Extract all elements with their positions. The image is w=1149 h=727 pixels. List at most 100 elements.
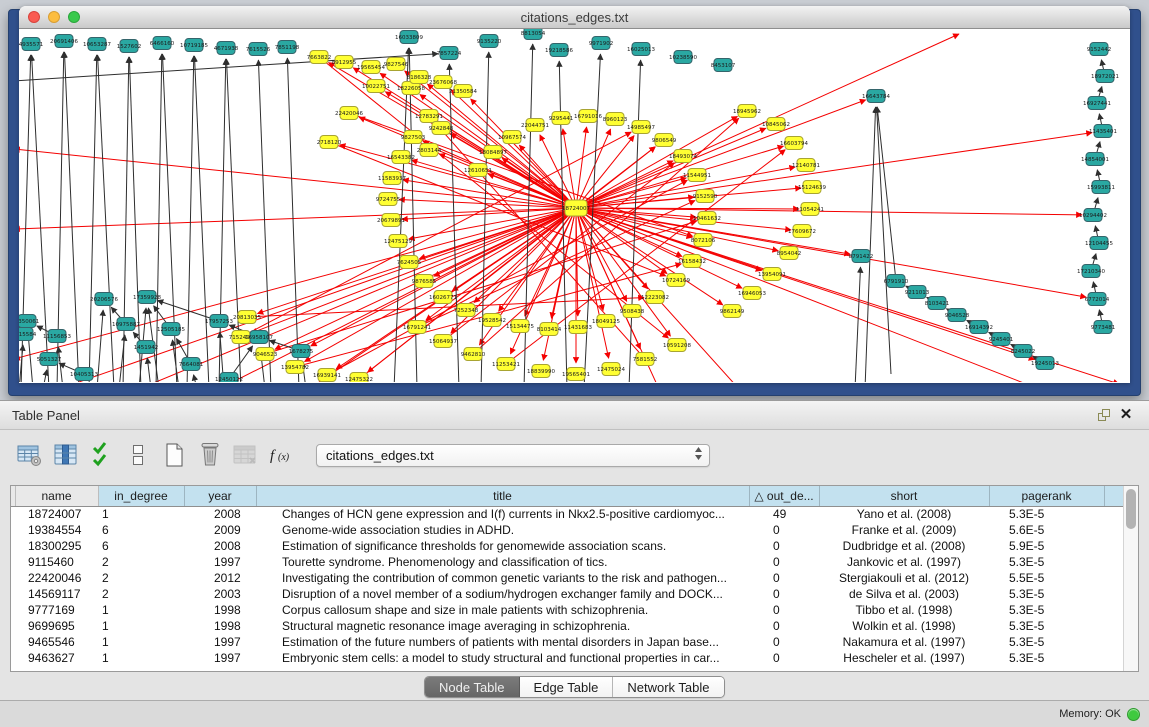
- cell-pagerank[interactable]: 5.3E-5: [989, 586, 1104, 602]
- graph-node[interactable]: 16025013: [627, 43, 655, 56]
- cell-year[interactable]: 1997: [184, 634, 256, 650]
- cell-out_de[interactable]: 49: [749, 506, 819, 522]
- graph-node[interactable]: 11435401: [1089, 125, 1117, 138]
- graph-node[interactable]: 16643784: [862, 90, 890, 103]
- cell-year[interactable]: 1998: [184, 602, 256, 618]
- graph-node[interactable]: 17210340: [1077, 265, 1105, 278]
- cell-in_degree[interactable]: 1: [98, 506, 184, 522]
- graph-node[interactable]: 17609672: [788, 225, 816, 238]
- graph-node[interactable]: 11583937: [378, 172, 406, 185]
- cell-short[interactable]: Stergiakouli et al. (2012): [819, 570, 989, 586]
- cell-pagerank[interactable]: 5.3E-5: [989, 650, 1104, 666]
- citation-edge[interactable]: [129, 57, 141, 382]
- graph-node[interactable]: 19245013: [1031, 357, 1059, 370]
- column-header-name[interactable]: name: [15, 486, 98, 506]
- cell-in_degree[interactable]: 2: [98, 570, 184, 586]
- table-row[interactable]: 1456911722003Disruption of a novel membe…: [11, 586, 1123, 602]
- graph-node[interactable]: 14854001: [1081, 153, 1109, 166]
- cell-out_de[interactable]: 0: [749, 618, 819, 634]
- citation-edge[interactable]: [64, 52, 79, 382]
- graph-node[interactable]: 7252348: [454, 304, 479, 317]
- cell-name[interactable]: 9463627: [15, 650, 98, 666]
- graph-node[interactable]: 20691406: [50, 35, 78, 48]
- graph-node[interactable]: 7663822: [307, 51, 332, 64]
- graph-node[interactable]: 9508438: [620, 305, 645, 318]
- tab-network-table[interactable]: Network Table: [613, 677, 723, 697]
- citation-edge[interactable]: [89, 55, 97, 382]
- graph-node[interactable]: 8103421: [925, 297, 950, 310]
- column-header-in_degree[interactable]: in_degree: [98, 486, 184, 506]
- table-row[interactable]: 969969511998Structural magnetic resonanc…: [11, 618, 1123, 634]
- cell-short[interactable]: Yano et al. (2008): [819, 506, 989, 522]
- graph-node[interactable]: 6466160: [150, 37, 175, 50]
- graph-node[interactable]: 15124639: [798, 181, 826, 194]
- cell-pagerank[interactable]: 5.9E-5: [989, 538, 1104, 554]
- graph-node[interactable]: 8813054: [521, 29, 546, 40]
- graph-node[interactable]: 9462810: [461, 348, 486, 361]
- cell-year[interactable]: 2012: [184, 570, 256, 586]
- select-all-icon[interactable]: [86, 439, 118, 471]
- citation-edge[interactable]: [98, 55, 114, 382]
- graph-node[interactable]: 16033809: [395, 31, 423, 44]
- cell-title[interactable]: Estimation of significance thresholds fo…: [256, 538, 749, 554]
- cell-pagerank[interactable]: 5.6E-5: [989, 522, 1104, 538]
- cell-in_degree[interactable]: 1: [98, 650, 184, 666]
- graph-node[interactable]: 6791910: [884, 275, 909, 288]
- graph-node[interactable]: 8186328: [407, 71, 432, 84]
- graph-node[interactable]: 7664081: [179, 358, 204, 371]
- cell-in_degree[interactable]: 1: [98, 602, 184, 618]
- table-row[interactable]: 911546021997Tourette syndrome. Phenomeno…: [11, 554, 1123, 570]
- table-selector-dropdown[interactable]: citations_edges.txt: [316, 444, 710, 467]
- table-settings-icon[interactable]: [14, 439, 46, 471]
- graph-node[interactable]: 9295441: [549, 112, 574, 125]
- graph-node[interactable]: 16543382: [387, 151, 415, 164]
- cell-year[interactable]: 1998: [184, 618, 256, 634]
- graph-node[interactable]: 18839990: [527, 365, 555, 378]
- cell-name[interactable]: 18300295: [15, 538, 98, 554]
- graph-node[interactable]: 9827503: [401, 131, 426, 144]
- close-panel-icon[interactable]: ✕: [1115, 406, 1137, 424]
- cell-short[interactable]: Hescheler et al. (1997): [819, 650, 989, 666]
- graph-node[interactable]: 9862149: [720, 305, 745, 318]
- graph-node[interactable]: 16791016: [574, 110, 602, 123]
- graph-node[interactable]: 10845062: [762, 118, 790, 131]
- citation-edge[interactable]: [147, 358, 151, 382]
- cell-name[interactable]: 19384554: [15, 522, 98, 538]
- show-columns-icon[interactable]: [50, 439, 82, 471]
- table-row[interactable]: 1938455462009Genome-wide association stu…: [11, 522, 1123, 538]
- graph-node[interactable]: 16927441: [1083, 97, 1111, 110]
- column-header-out_de[interactable]: △ out_de...: [749, 486, 819, 506]
- float-panel-icon[interactable]: [1093, 406, 1115, 424]
- graph-node[interactable]: 15064937: [429, 335, 457, 348]
- graph-node[interactable]: 1451942: [134, 341, 159, 354]
- graph-node[interactable]: 14985497: [627, 121, 655, 134]
- column-header-short[interactable]: short: [819, 486, 989, 506]
- graph-node[interactable]: 4671938: [214, 42, 239, 55]
- graph-node[interactable]: 10294402: [1079, 209, 1107, 222]
- graph-node[interactable]: 21350584: [449, 85, 477, 98]
- cell-name[interactable]: 9115460: [15, 554, 98, 570]
- cell-short[interactable]: Jankovic et al. (1997): [819, 554, 989, 570]
- graph-node[interactable]: 11544951: [683, 169, 711, 182]
- graph-node[interactable]: 7581552: [633, 353, 658, 366]
- cell-out_de[interactable]: 0: [749, 586, 819, 602]
- graph-node[interactable]: 16946053: [738, 287, 766, 300]
- graph-node[interactable]: 12140781: [792, 159, 820, 172]
- graph-node[interactable]: 23676068: [429, 76, 457, 89]
- citation-edge[interactable]: [287, 58, 299, 382]
- cell-title[interactable]: Investigating the contribution of common…: [256, 570, 749, 586]
- cell-name[interactable]: 9699695: [15, 618, 98, 634]
- graph-node[interactable]: 10653287: [83, 38, 111, 51]
- graph-node[interactable]: 3915584: [19, 328, 37, 341]
- cell-in_degree[interactable]: 1: [98, 618, 184, 634]
- graph-node[interactable]: 4935571: [19, 38, 43, 51]
- graph-node[interactable]: 9876585: [412, 275, 437, 288]
- graph-node[interactable]: 1527602: [117, 40, 142, 53]
- tab-node-table[interactable]: Node Table: [425, 677, 520, 697]
- cell-year[interactable]: 2003: [184, 586, 256, 602]
- citation-edge-red[interactable]: [405, 71, 576, 208]
- graph-node[interactable]: 8072106: [691, 234, 716, 247]
- graph-node[interactable]: 2718120: [317, 136, 342, 149]
- delete-rows-icon[interactable]: [194, 439, 226, 471]
- graph-node[interactable]: 11431683: [564, 321, 592, 334]
